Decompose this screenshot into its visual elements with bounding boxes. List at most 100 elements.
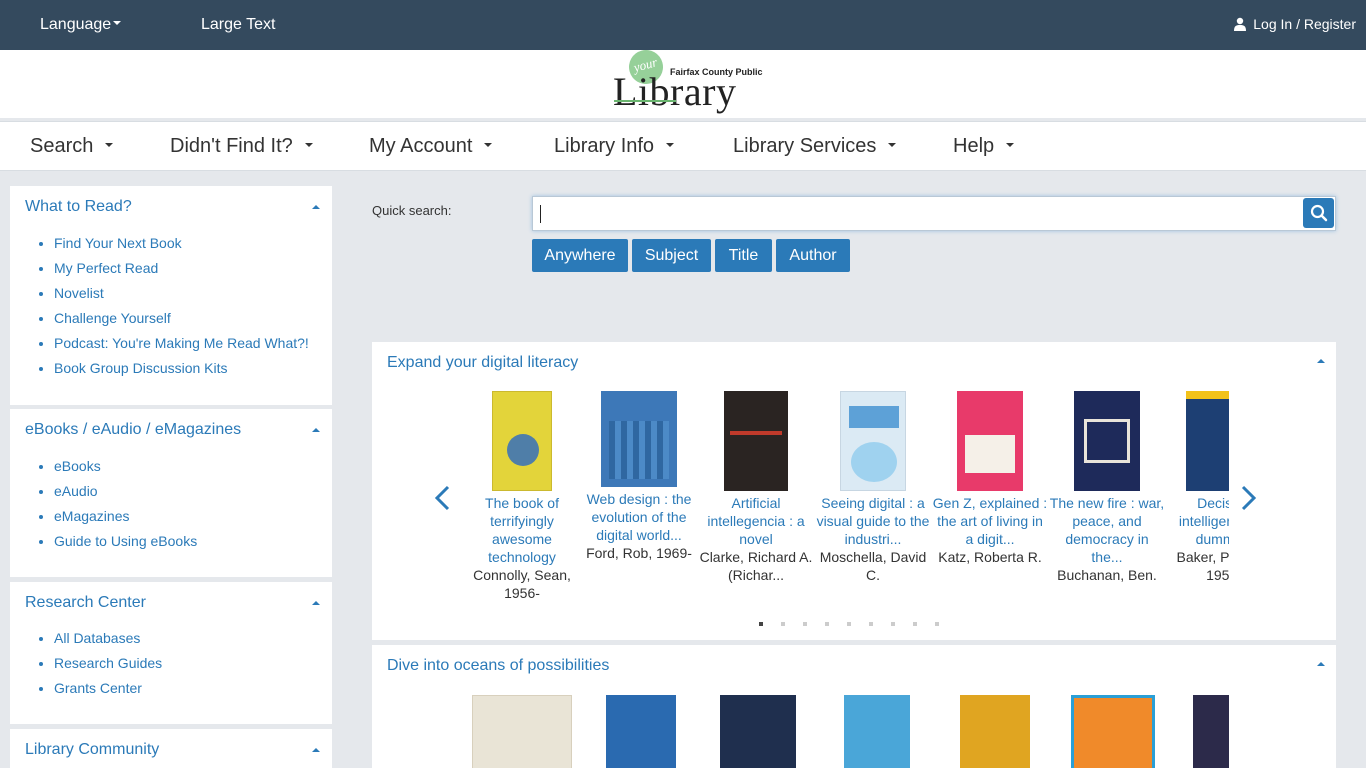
carousel-track xyxy=(464,645,1229,768)
sidebar-item-eaudio[interactable]: eAudio xyxy=(54,482,197,507)
book-cover[interactable] xyxy=(492,391,552,491)
sidebar-item-challenge-yourself[interactable]: Challenge Yourself xyxy=(54,309,309,334)
book-title[interactable]: Gen Z, explained : the art of living in … xyxy=(932,494,1048,548)
book-title[interactable]: The new fire : war, peace, and democracy… xyxy=(1049,494,1165,566)
search-button[interactable] xyxy=(1303,198,1334,228)
sidebar-item-book-group-kits[interactable]: Book Group Discussion Kits xyxy=(54,359,309,384)
sidebar-item-my-perfect-read[interactable]: My Perfect Read xyxy=(54,259,309,284)
book-cover[interactable] xyxy=(1074,391,1140,491)
sidebar-item-grants-center[interactable]: Grants Center xyxy=(54,679,162,704)
panel-links: Find Your Next Book My Perfect Read Nove… xyxy=(54,234,309,384)
book-author: Katz, Roberta R. xyxy=(938,549,1042,565)
sidebar-item-all-databases[interactable]: All Databases xyxy=(54,629,162,654)
book-title[interactable]: The book of terrifyingly awesome technol… xyxy=(464,494,580,566)
book-cover[interactable] xyxy=(1071,695,1155,768)
book-cover[interactable] xyxy=(606,695,676,768)
book-item[interactable]: Decision intelligence for dummies Baker,… xyxy=(1166,391,1229,584)
carousel-prev-button[interactable] xyxy=(434,485,450,519)
panel-what-to-read: What to Read? Find Your Next Book My Per… xyxy=(10,186,332,405)
book-cover[interactable] xyxy=(957,391,1023,491)
book-cover[interactable] xyxy=(844,695,910,768)
book-cover[interactable] xyxy=(472,695,572,768)
collapse-icon[interactable] xyxy=(312,428,320,432)
cover-art xyxy=(507,434,539,466)
carousel-dot[interactable] xyxy=(913,622,917,626)
sidebar-item-novelist[interactable]: Novelist xyxy=(54,284,309,309)
book-cover[interactable] xyxy=(1193,695,1229,768)
carousel-dot[interactable] xyxy=(935,622,939,626)
nav-my-account[interactable]: My Account xyxy=(369,135,492,158)
sidebar-item-find-your-next-book[interactable]: Find Your Next Book xyxy=(54,234,309,259)
panel-title[interactable]: Library Community xyxy=(25,741,159,759)
book-item[interactable]: Seeing digital : a visual guide to the i… xyxy=(815,391,931,584)
carousel-dot[interactable] xyxy=(759,622,763,626)
panel-library-community: Library Community xyxy=(10,729,332,768)
carousel-dot[interactable] xyxy=(803,622,807,626)
login-register-link[interactable]: Log In / Register xyxy=(1233,16,1356,32)
carousel-dot[interactable] xyxy=(781,622,785,626)
panel-title[interactable]: What to Read? xyxy=(25,198,132,216)
sidebar-item-guide-ebooks[interactable]: Guide to Using eBooks xyxy=(54,532,197,557)
sidebar-item-ebooks[interactable]: eBooks xyxy=(54,457,197,482)
search-title-button[interactable]: Title xyxy=(715,239,772,272)
book-title[interactable]: Artificial intellegencia : a novel xyxy=(698,494,814,548)
cover-art xyxy=(730,431,782,435)
panel-research-center: Research Center All Databases Research G… xyxy=(10,582,332,724)
book-item[interactable]: Web design : the evolution of the digita… xyxy=(581,391,697,562)
book-title[interactable]: Web design : the evolution of the digita… xyxy=(581,490,697,544)
collapse-icon[interactable] xyxy=(1317,359,1325,363)
logo-library-text: Library xyxy=(613,69,737,114)
book-item[interactable]: Artificial intellegencia : a novel Clark… xyxy=(698,391,814,584)
book-author: Ford, Rob, 1969- xyxy=(586,545,692,561)
sidebar-item-podcast[interactable]: Podcast: You're Making Me Read What?! xyxy=(54,334,309,359)
carousel-dot[interactable] xyxy=(891,622,895,626)
quick-search-label: Quick search: xyxy=(372,203,452,218)
carousel-oceans: Dive into oceans of possibilities xyxy=(372,645,1336,768)
collapse-icon[interactable] xyxy=(312,748,320,752)
panel-ebooks: eBooks / eAudio / eMagazines eBooks eAud… xyxy=(10,409,332,577)
panel-links: eBooks eAudio eMagazines Guide to Using … xyxy=(54,457,197,557)
nav-library-services[interactable]: Library Services xyxy=(733,135,896,158)
carousel-dot[interactable] xyxy=(869,622,873,626)
nav-search[interactable]: Search xyxy=(30,135,113,158)
search-subject-button[interactable]: Subject xyxy=(632,239,711,272)
book-cover[interactable] xyxy=(720,695,796,768)
user-icon xyxy=(1234,17,1247,31)
sidebar-item-emagazines[interactable]: eMagazines xyxy=(54,507,197,532)
carousel-pagination xyxy=(759,622,939,626)
nav-didnt-find-it[interactable]: Didn't Find It? xyxy=(170,135,313,158)
book-item[interactable]: Gen Z, explained : the art of living in … xyxy=(932,391,1048,566)
book-cover[interactable] xyxy=(960,695,1030,768)
nav-help[interactable]: Help xyxy=(953,135,1014,158)
main-nav: Search Didn't Find It? My Account Librar… xyxy=(0,121,1366,171)
book-author: Moschella, David C. xyxy=(819,549,927,583)
book-cover[interactable] xyxy=(724,391,788,491)
collapse-icon[interactable] xyxy=(1317,662,1325,666)
search-anywhere-button[interactable]: Anywhere xyxy=(532,239,628,272)
nav-library-info[interactable]: Library Info xyxy=(554,135,674,158)
book-cover[interactable] xyxy=(1186,391,1229,491)
collapse-icon[interactable] xyxy=(312,205,320,209)
carousel-dot[interactable] xyxy=(825,622,829,626)
chevron-left-icon xyxy=(434,485,450,511)
search-author-button[interactable]: Author xyxy=(776,239,850,272)
panel-title[interactable]: eBooks / eAudio / eMagazines xyxy=(25,421,241,439)
book-author: Connolly, Sean, 1956- xyxy=(473,567,571,601)
cover-art xyxy=(849,406,899,428)
carousel-next-button[interactable] xyxy=(1241,485,1257,519)
book-item[interactable]: The book of terrifyingly awesome technol… xyxy=(464,391,580,602)
book-title[interactable]: Decision intelligence for dummies xyxy=(1166,494,1229,548)
collapse-icon[interactable] xyxy=(312,601,320,605)
large-text-toggle[interactable]: Large Text xyxy=(201,16,275,34)
book-item[interactable]: The new fire : war, peace, and democracy… xyxy=(1049,391,1165,584)
book-cover[interactable] xyxy=(840,391,906,491)
cover-art xyxy=(609,421,669,479)
sidebar-item-research-guides[interactable]: Research Guides xyxy=(54,654,162,679)
book-title[interactable]: Seeing digital : a visual guide to the i… xyxy=(815,494,931,548)
book-cover[interactable] xyxy=(601,391,677,487)
language-dropdown[interactable]: Language xyxy=(40,16,121,34)
carousel-dot[interactable] xyxy=(847,622,851,626)
panel-title[interactable]: Research Center xyxy=(25,594,146,612)
library-logo[interactable]: your Fairfax County Public Library xyxy=(612,46,767,118)
quick-search-input[interactable] xyxy=(532,196,1336,231)
